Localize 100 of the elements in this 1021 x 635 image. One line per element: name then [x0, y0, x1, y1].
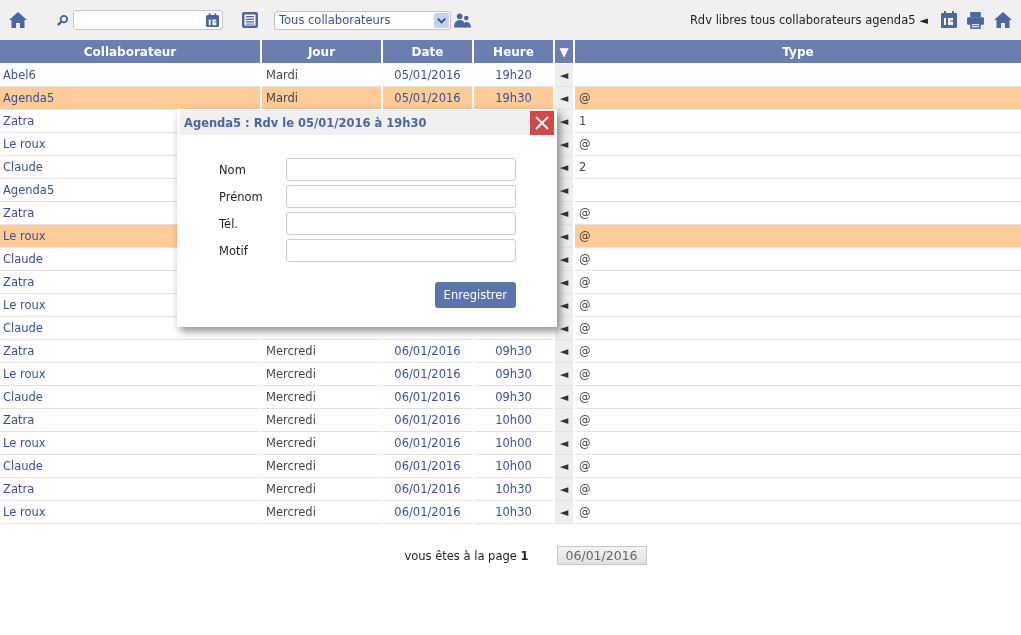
- date-cell: 05/01/2016: [394, 91, 461, 105]
- day-cell: Mercredi: [266, 459, 316, 473]
- collaborator-link[interactable]: Agenda5: [3, 183, 55, 197]
- type-cell: @: [579, 321, 591, 335]
- field-label: Nom: [219, 162, 247, 177]
- time-cell: 10h30: [495, 505, 532, 519]
- table-row[interactable]: Le roux Mercredi 06/01/2016 09h30 ◄ @: [0, 363, 1021, 386]
- type-cell: @: [579, 137, 591, 151]
- collaborator-select[interactable]: Tous collaborateurs: [274, 10, 451, 30]
- column-header[interactable]: Type: [575, 40, 1021, 64]
- collaborator-link[interactable]: Agenda5: [3, 91, 55, 105]
- time-cell: 10h00: [495, 459, 532, 473]
- type-cell: @: [579, 459, 591, 473]
- table-row[interactable]: Zatra Mercredi 06/01/2016 10h00 ◄ @: [0, 409, 1021, 432]
- time-cell: 09h30: [495, 390, 532, 404]
- home-icon[interactable]: [993, 10, 1013, 30]
- input-field[interactable]: [286, 158, 516, 181]
- type-cell: @: [579, 367, 591, 381]
- collaborator-link[interactable]: Claude: [3, 321, 43, 335]
- time-cell: 10h00: [495, 436, 532, 450]
- save-button[interactable]: Enregistrer: [434, 282, 516, 308]
- collaborator-link[interactable]: Zatra: [3, 413, 35, 427]
- day-cell: Mercredi: [266, 505, 316, 519]
- day-cell: Mardi: [266, 91, 298, 105]
- type-cell: @: [579, 390, 591, 404]
- list-icon[interactable]: [241, 11, 259, 29]
- search-icon: [56, 13, 69, 27]
- dropdown-icon: [434, 12, 449, 28]
- next-date-button[interactable]: 06/01/2016: [556, 546, 647, 565]
- table-row[interactable]: Claude Mercredi 06/01/2016 09h30 ◄ @: [0, 386, 1021, 409]
- type-cell: @: [579, 298, 591, 312]
- table-row[interactable]: Zatra Mercredi 06/01/2016 10h30 ◄ @: [0, 478, 1021, 501]
- input-field[interactable]: [286, 212, 516, 235]
- calendar-icon[interactable]: [205, 12, 220, 28]
- date-cell: 06/01/2016: [394, 505, 461, 519]
- collaborator-link[interactable]: Claude: [3, 390, 43, 404]
- day-cell: Mardi: [266, 68, 298, 82]
- date-cell: 06/01/2016: [394, 413, 461, 427]
- collaborator-link[interactable]: Le roux: [3, 229, 46, 243]
- home-icon[interactable]: [8, 10, 28, 30]
- collaborator-link[interactable]: Claude: [3, 459, 43, 473]
- page-indicator: vous êtes à la page 1: [404, 548, 529, 563]
- day-cell: Mercredi: [266, 413, 316, 427]
- users-icon[interactable]: [454, 12, 471, 28]
- type-cell: @: [579, 206, 591, 220]
- collaborator-link[interactable]: Le roux: [3, 137, 46, 151]
- type-cell: @: [579, 252, 591, 266]
- close-button[interactable]: [530, 110, 554, 135]
- print-icon[interactable]: [966, 10, 985, 30]
- column-header[interactable]: Collaborateur: [0, 40, 260, 64]
- date-cell: 06/01/2016: [394, 390, 461, 404]
- table-row[interactable]: Zatra Mercredi 06/01/2016 09h30 ◄ @: [0, 340, 1021, 363]
- collaborator-link[interactable]: Zatra: [3, 482, 35, 496]
- type-cell: @: [579, 229, 591, 243]
- field-label: Prénom: [219, 189, 264, 204]
- collaborator-link[interactable]: Zatra: [3, 344, 35, 358]
- collaborator-link[interactable]: Le roux: [3, 505, 46, 519]
- date-cell: 05/01/2016: [394, 68, 461, 82]
- time-cell: 10h00: [495, 413, 532, 427]
- time-cell: 19h30: [495, 91, 532, 105]
- collaborator-link[interactable]: Zatra: [3, 275, 35, 289]
- type-cell: @: [579, 436, 591, 450]
- day-cell: Mercredi: [266, 482, 316, 496]
- table-row[interactable]: Le roux Mercredi 06/01/2016 10h30 ◄ @: [0, 501, 1021, 524]
- input-field[interactable]: [286, 239, 516, 262]
- date-cell: 06/01/2016: [394, 344, 461, 358]
- type-cell: @: [579, 482, 591, 496]
- input-field[interactable]: [286, 185, 516, 208]
- table-row[interactable]: Claude Mercredi 06/01/2016 10h00 ◄ @: [0, 455, 1021, 478]
- highlighted-row[interactable]: Agenda5 Mardi 05/01/2016 19h30 ◄ @: [0, 87, 1021, 110]
- time-cell: 19h20: [495, 68, 532, 82]
- table-row[interactable]: Le roux Mercredi 06/01/2016 10h00 ◄ @: [0, 432, 1021, 455]
- column-header[interactable]: Heure: [474, 40, 553, 64]
- collaborator-link[interactable]: Le roux: [3, 436, 46, 450]
- sort-header[interactable]: ▼: [555, 40, 573, 64]
- collaborator-link[interactable]: Abel6: [3, 68, 36, 82]
- collaborator-link[interactable]: Claude: [3, 160, 43, 174]
- collaborator-link[interactable]: Claude: [3, 252, 43, 266]
- collaborator-link[interactable]: Le roux: [3, 298, 46, 312]
- date-cell: 06/01/2016: [394, 482, 461, 496]
- day-cell: Mercredi: [266, 390, 316, 404]
- calendar-icon[interactable]: [940, 11, 958, 29]
- type-cell: 1: [579, 114, 587, 128]
- time-cell: 09h30: [495, 344, 532, 358]
- back-arrow[interactable]: ◄: [919, 13, 928, 27]
- type-cell: @: [579, 91, 591, 105]
- column-header[interactable]: Date: [383, 40, 472, 64]
- collaborator-link[interactable]: Le roux: [3, 367, 46, 381]
- dialog-title: Agenda5 : Rdv le 05/01/2016 à 19h30: [183, 115, 428, 130]
- type-cell: @: [579, 275, 591, 289]
- search-field[interactable]: [73, 10, 223, 30]
- column-header[interactable]: Jour: [262, 40, 381, 64]
- type-cell: @: [579, 344, 591, 358]
- collaborator-link[interactable]: Zatra: [3, 206, 35, 220]
- collaborator-link[interactable]: Zatra: [3, 114, 35, 128]
- type-cell: 2: [579, 160, 587, 174]
- date-cell: 06/01/2016: [394, 436, 461, 450]
- type-cell: @: [579, 413, 591, 427]
- date-cell: 06/01/2016: [394, 367, 461, 381]
- day-cell: Mercredi: [266, 436, 316, 450]
